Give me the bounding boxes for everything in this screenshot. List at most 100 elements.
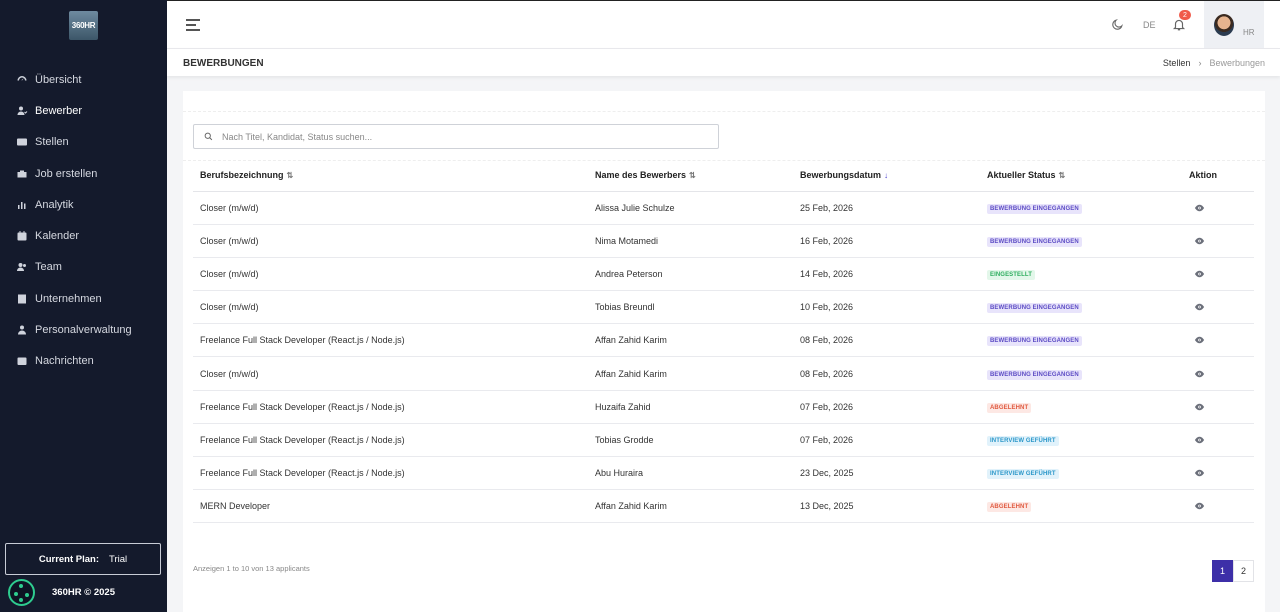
cell-application-date: 25 Feb, 2026 xyxy=(793,191,980,225)
sidebar-item-nachrichten[interactable]: Nachrichten xyxy=(0,346,167,377)
search-box[interactable] xyxy=(193,124,719,149)
sort-icon[interactable]: ⇅ xyxy=(287,171,294,180)
table-row[interactable]: Closer (m/w/d) Alissa Julie Schulze 25 Feb… xyxy=(193,191,1254,225)
view-eye-icon[interactable] xyxy=(1194,303,1205,311)
user-icon xyxy=(17,106,28,115)
current-plan-box[interactable]: Current Plan: Trial xyxy=(5,543,161,575)
column-header-job-title[interactable]: Berufsbezeichnung ⇅ xyxy=(193,160,588,192)
sort-icon[interactable]: ⇅ xyxy=(689,171,696,180)
menu-toggle-icon[interactable] xyxy=(186,19,200,31)
sort-icon[interactable]: ⇅ xyxy=(1059,171,1066,180)
sidebar-item-personalverwaltung[interactable]: Personalverwaltung xyxy=(0,314,167,345)
table-row[interactable]: Closer (m/w/d) Tobias Breundl 10 Feb, 2026… xyxy=(193,290,1254,325)
cell-job-title: Closer (m/w/d) xyxy=(193,290,588,325)
table-row[interactable]: Closer (m/w/d) Andrea Peterson 14 Feb, 202… xyxy=(193,257,1254,292)
app-logo[interactable]: 360HR xyxy=(69,11,98,40)
status-badge: BEWERBUNG EINGEGANGEN xyxy=(987,236,1082,247)
sidebar-item-job-erstellen[interactable]: Job erstellen xyxy=(0,158,167,189)
sidebar-item-analytik[interactable]: Analytik xyxy=(0,189,167,220)
table-row[interactable]: Closer (m/w/d) Affan Zahid Karim 08 Feb, 2… xyxy=(193,356,1254,391)
cell-action xyxy=(1182,489,1254,524)
plan-value: Trial xyxy=(109,553,128,565)
cell-status: BEWERBUNG EINGEGANGEN xyxy=(980,323,1182,358)
cell-status: BEWERBUNG EINGEGANGEN xyxy=(980,290,1182,325)
cell-application-date: 23 Dec, 2025 xyxy=(793,456,980,491)
cell-applicant-name: Affan Zahid Karim xyxy=(588,489,793,524)
cell-applicant-name: Affan Zahid Karim xyxy=(588,356,793,391)
calendar-icon xyxy=(17,231,27,241)
topbar: DE 2 HR xyxy=(167,0,1280,49)
cell-action xyxy=(1182,390,1254,424)
sidebar-item-kalender[interactable]: Kalender xyxy=(0,220,167,251)
page-header: BEWERBUNGEN Stellen › Bewerbungen xyxy=(167,48,1280,76)
sidebar-item-stellen[interactable]: Stellen xyxy=(0,127,167,158)
view-eye-icon[interactable] xyxy=(1194,403,1205,411)
cell-applicant-name: Abu Huraira xyxy=(588,456,793,491)
dashboard-icon xyxy=(17,75,27,81)
table-row[interactable]: Freelance Full Stack Developer (React.js… xyxy=(193,456,1254,491)
sidebar-item-übersicht[interactable]: Übersicht xyxy=(0,64,167,95)
view-eye-icon[interactable] xyxy=(1194,204,1205,212)
sidebar-nav: Übersicht Bewerber Stellen Job erstellen Ana… xyxy=(0,64,167,377)
view-eye-icon[interactable] xyxy=(1194,270,1205,278)
pagination-info: Anzeigen 1 to 10 von 13 applicants xyxy=(193,564,310,573)
page-button-1[interactable]: 1 xyxy=(1212,560,1233,582)
view-eye-icon[interactable] xyxy=(1194,469,1205,477)
cell-status: BEWERBUNG EINGEGANGEN xyxy=(980,356,1182,391)
cell-job-title: Freelance Full Stack Developer (React.js… xyxy=(193,323,588,358)
cell-application-date: 10 Feb, 2026 xyxy=(793,290,980,325)
view-eye-icon[interactable] xyxy=(1194,502,1205,510)
view-eye-icon[interactable] xyxy=(1194,436,1205,444)
bar-chart-icon xyxy=(18,201,26,209)
sidebar-item-label: Analytik xyxy=(35,198,74,211)
cell-job-title: Closer (m/w/d) xyxy=(193,224,588,258)
team-icon xyxy=(17,263,26,272)
cell-status: ABGELEHNT xyxy=(980,390,1182,424)
view-eye-icon[interactable] xyxy=(1194,336,1205,344)
status-badge: INTERVIEW GEFÜHRT xyxy=(987,469,1059,480)
search-input[interactable] xyxy=(222,131,702,142)
language-switch[interactable]: DE xyxy=(1143,20,1156,30)
column-header-status[interactable]: Aktueller Status ⇅ xyxy=(980,160,1182,192)
footer-logo-icon xyxy=(8,579,35,606)
table-row[interactable]: Freelance Full Stack Developer (React.js… xyxy=(193,423,1254,458)
page-title: BEWERBUNGEN xyxy=(183,58,264,69)
view-eye-icon[interactable] xyxy=(1194,237,1205,245)
sort-desc-icon[interactable]: ↓ xyxy=(884,171,888,180)
sidebar-item-label: Kalender xyxy=(35,230,80,243)
view-eye-icon[interactable] xyxy=(1194,370,1205,378)
briefcase-icon xyxy=(17,170,27,178)
cell-applicant-name: Andrea Peterson xyxy=(588,257,793,292)
cell-application-date: 07 Feb, 2026 xyxy=(793,390,980,424)
table-row[interactable]: Freelance Full Stack Developer (React.js… xyxy=(193,390,1254,424)
sidebar-item-bewerber[interactable]: Bewerber xyxy=(0,95,167,126)
cell-action xyxy=(1182,224,1254,258)
profile-menu[interactable]: HR xyxy=(1204,1,1264,49)
sidebar-item-unternehmen[interactable]: Unternehmen xyxy=(0,283,167,314)
breadcrumb-item-current: Bewerbungen xyxy=(1209,58,1265,68)
table-row[interactable]: MERN Developer Affan Zahid Karim 13 Dec, 2… xyxy=(193,489,1254,524)
column-header-application-date[interactable]: Bewerbungsdatum ↓ xyxy=(793,160,980,192)
cell-action xyxy=(1182,423,1254,458)
search-icon xyxy=(204,132,213,141)
status-badge: ABGELEHNT xyxy=(987,502,1032,513)
cell-action xyxy=(1182,323,1254,358)
breadcrumb-item-stellen[interactable]: Stellen xyxy=(1163,58,1191,68)
table-row[interactable]: Freelance Full Stack Developer (React.js… xyxy=(193,323,1254,358)
sidebar-item-team[interactable]: Team xyxy=(0,252,167,283)
column-header-applicant-name[interactable]: Name des Bewerbers ⇅ xyxy=(588,160,793,192)
cell-application-date: 08 Feb, 2026 xyxy=(793,356,980,391)
inbox-icon xyxy=(17,357,27,366)
page-button-2[interactable]: 2 xyxy=(1233,560,1254,582)
status-badge: EINGESTELLT xyxy=(987,269,1035,280)
cell-job-title: Freelance Full Stack Developer (React.js… xyxy=(193,423,588,458)
cell-applicant-name: Huzaifa Zahid xyxy=(588,390,793,424)
cell-action xyxy=(1182,456,1254,491)
sidebar-item-label: Job erstellen xyxy=(35,167,98,180)
cell-applicant-name: Nima Motamedi xyxy=(588,224,793,258)
sidebar-item-label: Unternehmen xyxy=(35,292,102,305)
table-header-row: Berufsbezeichnung ⇅ Name des Bewerbers ⇅ B… xyxy=(193,160,1254,192)
dark-mode-icon[interactable] xyxy=(1111,18,1124,31)
table-row[interactable]: Closer (m/w/d) Nima Motamedi 16 Feb, 2026 B… xyxy=(193,224,1254,258)
chevron-right-icon: › xyxy=(1198,58,1202,68)
